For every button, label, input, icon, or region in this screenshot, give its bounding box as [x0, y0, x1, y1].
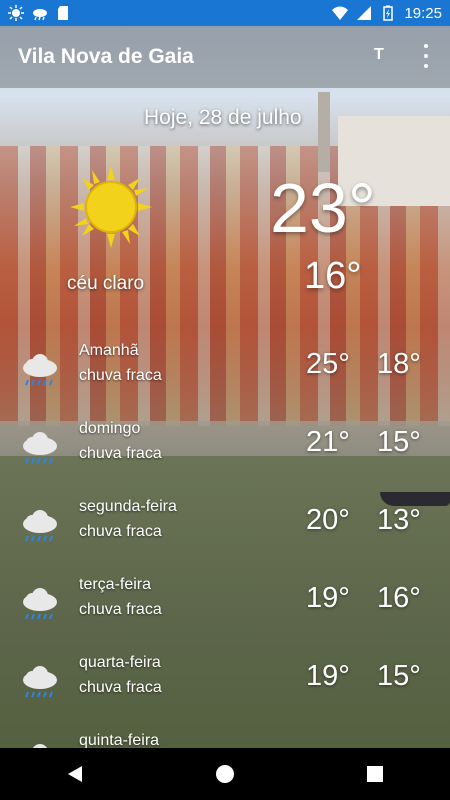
rain-cloud-icon: [23, 354, 57, 386]
forecast-high: 25°: [306, 348, 350, 380]
forecast-desc: chuva fraca: [79, 523, 162, 540]
forecast-row[interactable]: Amanhã chuva fraca 25° 18°: [0, 340, 450, 414]
status-time: 19:25: [404, 4, 442, 22]
church-tower: [318, 92, 330, 172]
overflow-menu-icon[interactable]: [420, 44, 432, 68]
recents-square-icon: [367, 766, 383, 782]
current-condition: céu claro: [67, 273, 145, 294]
battery-charging-icon: [383, 5, 394, 21]
current-min-temperature: 16°: [304, 255, 362, 297]
location-title[interactable]: Vila Nova de Gaia: [18, 45, 194, 69]
forecast-low: 13°: [377, 504, 421, 536]
rain-cloud-icon: [23, 432, 57, 464]
forecast-desc: chuva fraca: [79, 601, 162, 618]
forecast-row[interactable]: domingo chuva fraca 21° 15°: [0, 418, 450, 492]
app-bar: Vila Nova de Gaia T: [0, 26, 450, 88]
forecast-row[interactable]: quarta-feira chuva fraca 19° 15°: [0, 652, 450, 726]
forecast-desc: chuva fraca: [79, 367, 162, 384]
signal-icon: [357, 6, 372, 20]
forecast-row[interactable]: segunda-feira chuva fraca 20° 13°: [0, 496, 450, 570]
back-button[interactable]: [45, 754, 105, 794]
brightness-icon: [8, 5, 24, 21]
forecast-day: quinta-feira: [79, 732, 160, 748]
forecast-low: 15°: [377, 660, 421, 692]
current-temperature: 23°: [270, 169, 376, 247]
forecast-row[interactable]: quinta-feira: [0, 730, 450, 748]
today-date: Hoje, 28 de julho: [144, 106, 302, 129]
forecast-high: 19°: [306, 582, 350, 614]
weather-notification-icon: [33, 9, 47, 21]
wifi-icon: [332, 6, 349, 20]
forecast-high: 19°: [306, 660, 350, 692]
home-circle-icon: [216, 765, 234, 783]
rain-cloud-icon: [23, 510, 57, 542]
back-triangle-icon: [68, 766, 82, 782]
forecast-day: segunda-feira: [79, 498, 177, 515]
recents-button[interactable]: [345, 754, 405, 794]
forecast-row[interactable]: terça-feira chuva fraca 19° 16°: [0, 574, 450, 648]
forecast-day: quarta-feira: [79, 654, 161, 671]
text-size-button[interactable]: T: [374, 46, 384, 64]
forecast-desc: chuva fraca: [79, 679, 162, 696]
rain-cloud-icon: [23, 666, 57, 698]
forecast-desc: chuva fraca: [79, 445, 162, 462]
forecast-high: 21°: [306, 426, 350, 458]
sun-icon: [70, 166, 152, 248]
rain-cloud-icon: [23, 588, 57, 620]
forecast-low: 18°: [377, 348, 421, 380]
forecast-low: 15°: [377, 426, 421, 458]
forecast-day: Amanhã: [79, 342, 139, 359]
forecast-low: 16°: [377, 582, 421, 614]
home-button[interactable]: [195, 754, 255, 794]
forecast-day: terça-feira: [79, 576, 152, 593]
forecast-high: 20°: [306, 504, 350, 536]
status-bar: 19:25: [0, 0, 450, 26]
forecast-day: domingo: [79, 420, 141, 437]
navigation-bar: [0, 748, 450, 800]
sd-card-icon: [58, 6, 68, 20]
